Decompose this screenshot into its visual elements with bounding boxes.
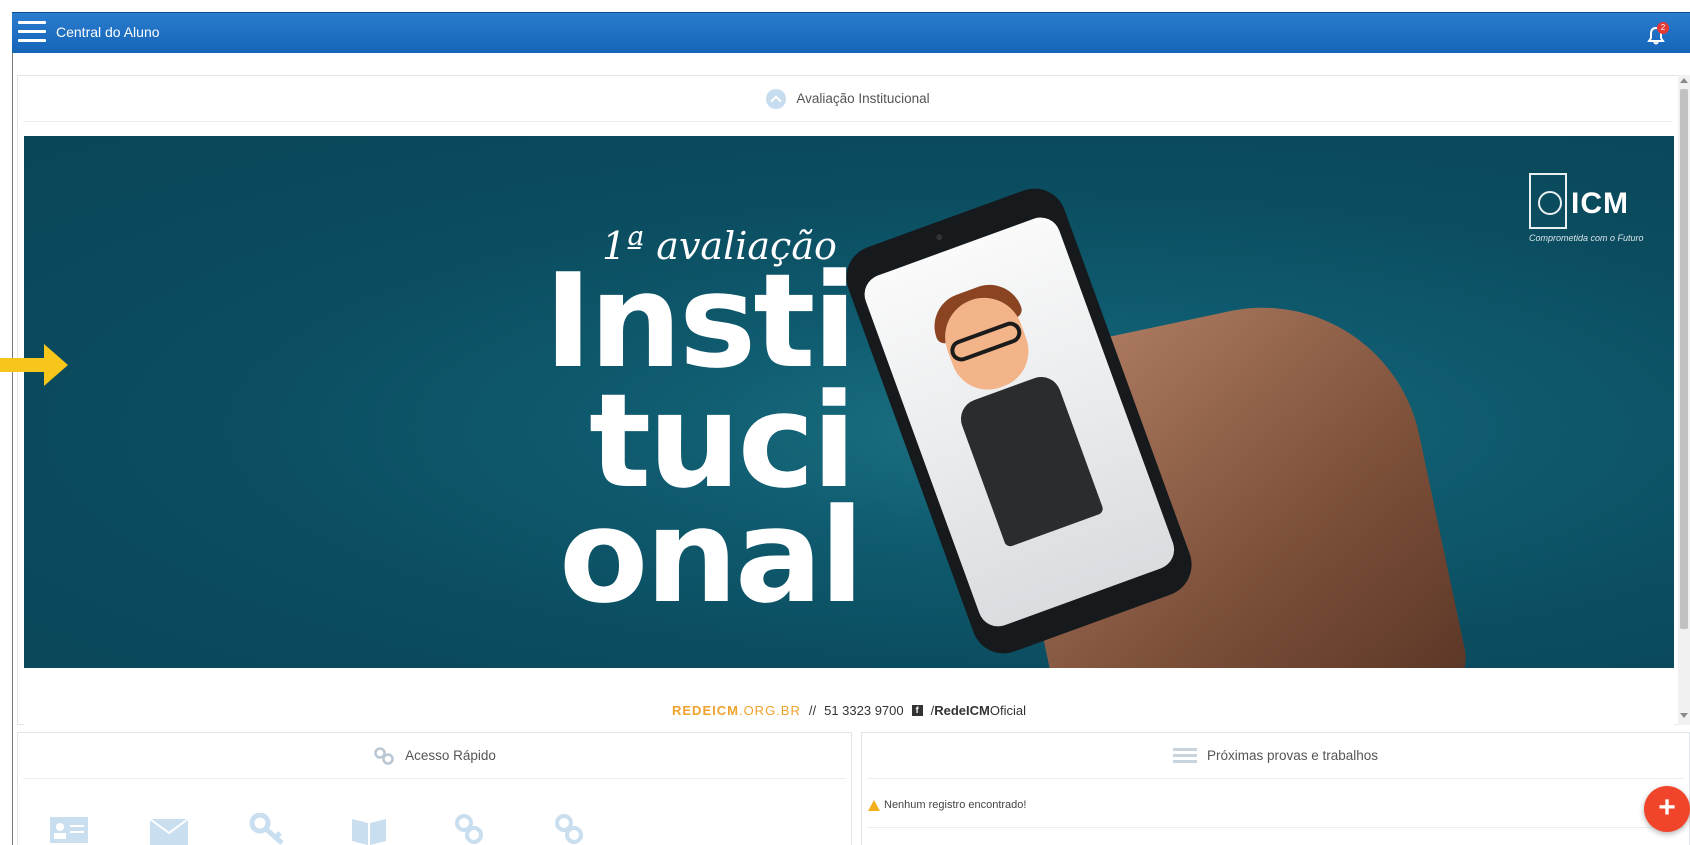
- warning-icon: [868, 799, 880, 811]
- hamburger-icon[interactable]: [18, 21, 46, 45]
- key-icon[interactable]: [248, 813, 290, 845]
- chevron-up-icon[interactable]: [766, 88, 787, 109]
- quick-access-header: Acesso Rápido: [23, 733, 846, 779]
- id-card-icon[interactable]: [48, 813, 90, 845]
- link-icon[interactable]: [548, 813, 590, 845]
- upcoming-title: Próximas provas e trabalhos: [1206, 748, 1379, 763]
- envelope-icon[interactable]: [148, 813, 190, 845]
- banner-image: 1ª avaliação Insti tuci onal ICM Comprom…: [24, 136, 1674, 726]
- link-icon[interactable]: [448, 813, 490, 845]
- upcoming-header: Próximas provas e trabalhos: [867, 733, 1684, 779]
- list-icon: [1172, 747, 1197, 763]
- divider: [867, 827, 1684, 828]
- quick-access-panel: Acesso Rápido: [17, 732, 852, 845]
- scrollbar[interactable]: [1678, 75, 1690, 725]
- quick-access-icons: [48, 813, 590, 845]
- book-icon[interactable]: [348, 813, 390, 845]
- panel-title: Avaliação Institucional: [796, 91, 930, 106]
- top-strip: [0, 0, 1690, 12]
- quick-access-title: Acesso Rápido: [405, 748, 496, 763]
- institutional-evaluation-panel: Avaliação Institucional 1ª avaliação Ins…: [17, 75, 1679, 726]
- scroll-up-icon[interactable]: [1680, 78, 1688, 83]
- facebook-icon: f: [911, 704, 923, 716]
- left-border: [12, 53, 13, 845]
- banner-footer: REDEICM.ORG.BR // 51 3323 9700 f /RedeIC…: [24, 668, 1674, 726]
- empty-state: Nenhum registro encontrado!: [868, 799, 1026, 811]
- evaluation-banner[interactable]: 1ª avaliação Insti tuci onal ICM Comprom…: [24, 136, 1674, 726]
- notification-badge: 2: [1657, 22, 1669, 34]
- scroll-down-icon[interactable]: [1680, 713, 1688, 718]
- add-button[interactable]: +: [1644, 786, 1690, 832]
- link-icon: [374, 746, 394, 765]
- phone-number: 51 3323 9700: [824, 702, 904, 718]
- top-navbar: Central do Aluno 2: [12, 12, 1690, 53]
- notifications-button[interactable]: 2: [1642, 20, 1672, 48]
- banner-heading-3: onal: [559, 480, 864, 632]
- icm-logo: ICM Comprometida com o Futuro: [1529, 173, 1644, 243]
- social-handle: /RedeICMOficial: [930, 702, 1026, 718]
- app-title: Central do Aluno: [56, 24, 160, 40]
- arrow-right-icon: [0, 344, 68, 386]
- site-name: REDEICM: [672, 702, 739, 718]
- upcoming-exams-panel: Próximas provas e trabalhos Nenhum regis…: [861, 732, 1690, 845]
- scroll-thumb[interactable]: [1680, 89, 1688, 629]
- panel-header[interactable]: Avaliação Institucional: [23, 76, 1673, 122]
- empty-message: Nenhum registro encontrado!: [884, 799, 1027, 811]
